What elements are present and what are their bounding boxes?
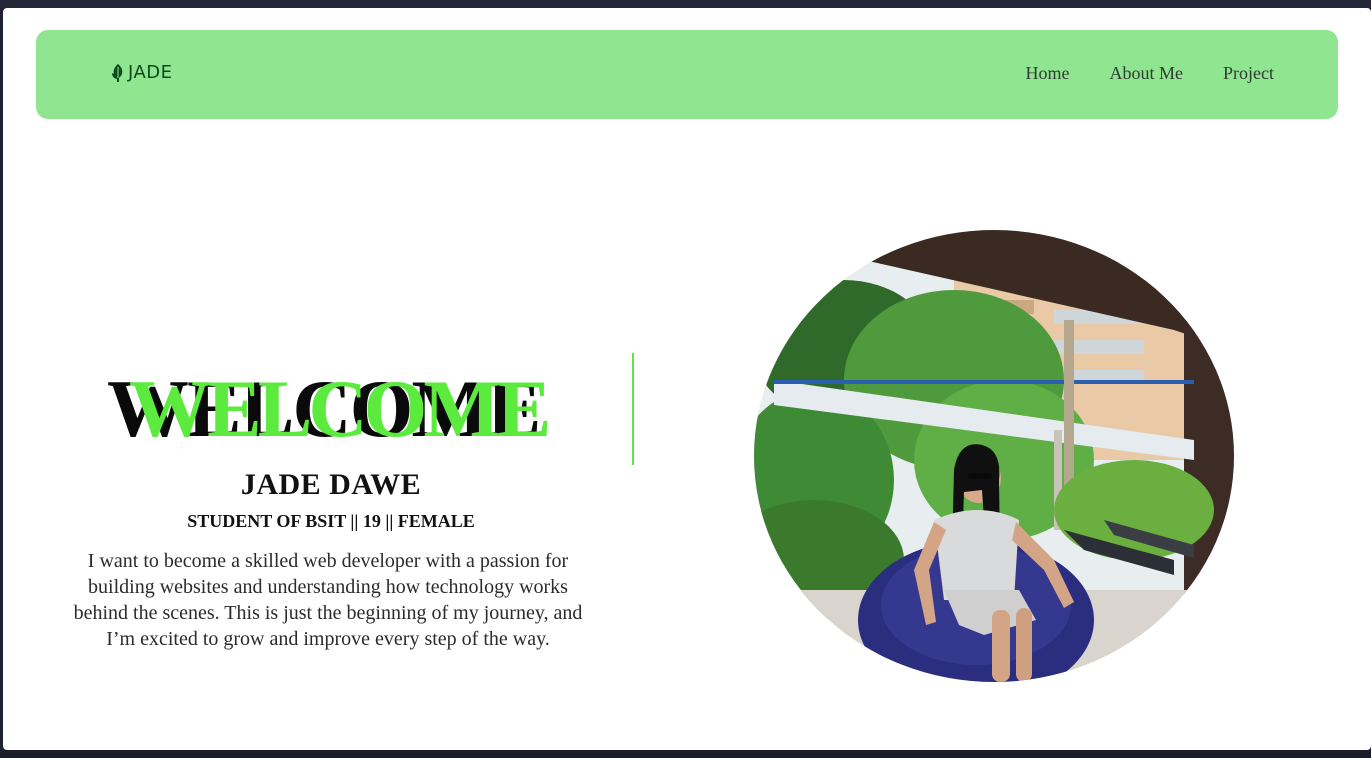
nav-project-link[interactable]: Project (1223, 63, 1274, 84)
nav-about-link[interactable]: About Me (1110, 63, 1184, 84)
brand-name: JADE (128, 62, 173, 83)
leaf-icon (112, 63, 123, 82)
person-name: JADE DAWE (240, 468, 422, 501)
nav-links: Home About Me Project (1026, 63, 1275, 84)
welcome-text: WELCOME (129, 363, 551, 454)
person-subtitle: STUDENT OF BSIT || 19 || FEMALE (187, 511, 475, 531)
window-top-bar (0, 0, 1371, 8)
typing-caret (632, 353, 634, 465)
profile-photo (754, 230, 1234, 682)
nav-home-link[interactable]: Home (1026, 63, 1070, 84)
brand-logo[interactable]: JADE (110, 62, 173, 83)
window-bottom-bar (0, 750, 1371, 758)
profile-photo-illustration (754, 230, 1234, 682)
bio-paragraph: I want to become a skilled web developer… (73, 550, 583, 650)
welcome-heading: WELCOME WELCOME (103, 353, 633, 465)
portfolio-page: JADE Home About Me Project WELCOME WELCO… (3, 8, 1371, 750)
navbar: JADE Home About Me Project (36, 30, 1338, 119)
